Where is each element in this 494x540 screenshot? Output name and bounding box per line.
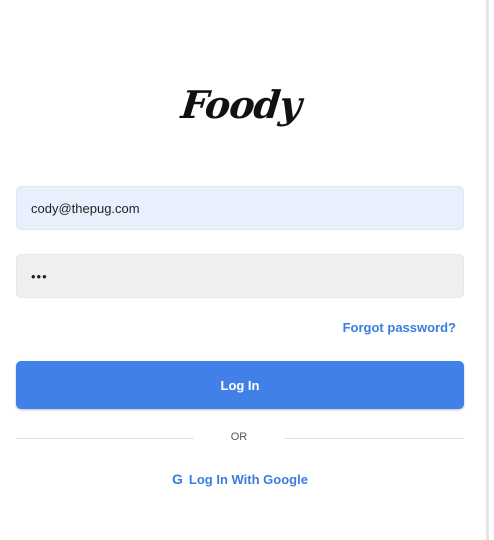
divider-line-right bbox=[284, 438, 464, 439]
divider-label: OR bbox=[230, 431, 248, 443]
window-edge-divider bbox=[486, 0, 489, 540]
email-field[interactable] bbox=[16, 186, 464, 230]
google-icon: G bbox=[172, 471, 183, 487]
divider-line-left bbox=[16, 438, 194, 439]
login-button[interactable]: Log In bbox=[16, 361, 464, 409]
login-card: Foody Forgot password? Log In OR G Log In… bbox=[0, 0, 486, 540]
google-login-link[interactable]: G Log In With Google bbox=[0, 471, 480, 487]
foody-logo: Foody bbox=[179, 82, 303, 127]
or-divider: OR bbox=[16, 431, 464, 447]
password-field[interactable] bbox=[16, 254, 464, 298]
google-login-label: Log In With Google bbox=[188, 472, 308, 487]
forgot-password-link[interactable]: Forgot password? bbox=[343, 320, 456, 335]
